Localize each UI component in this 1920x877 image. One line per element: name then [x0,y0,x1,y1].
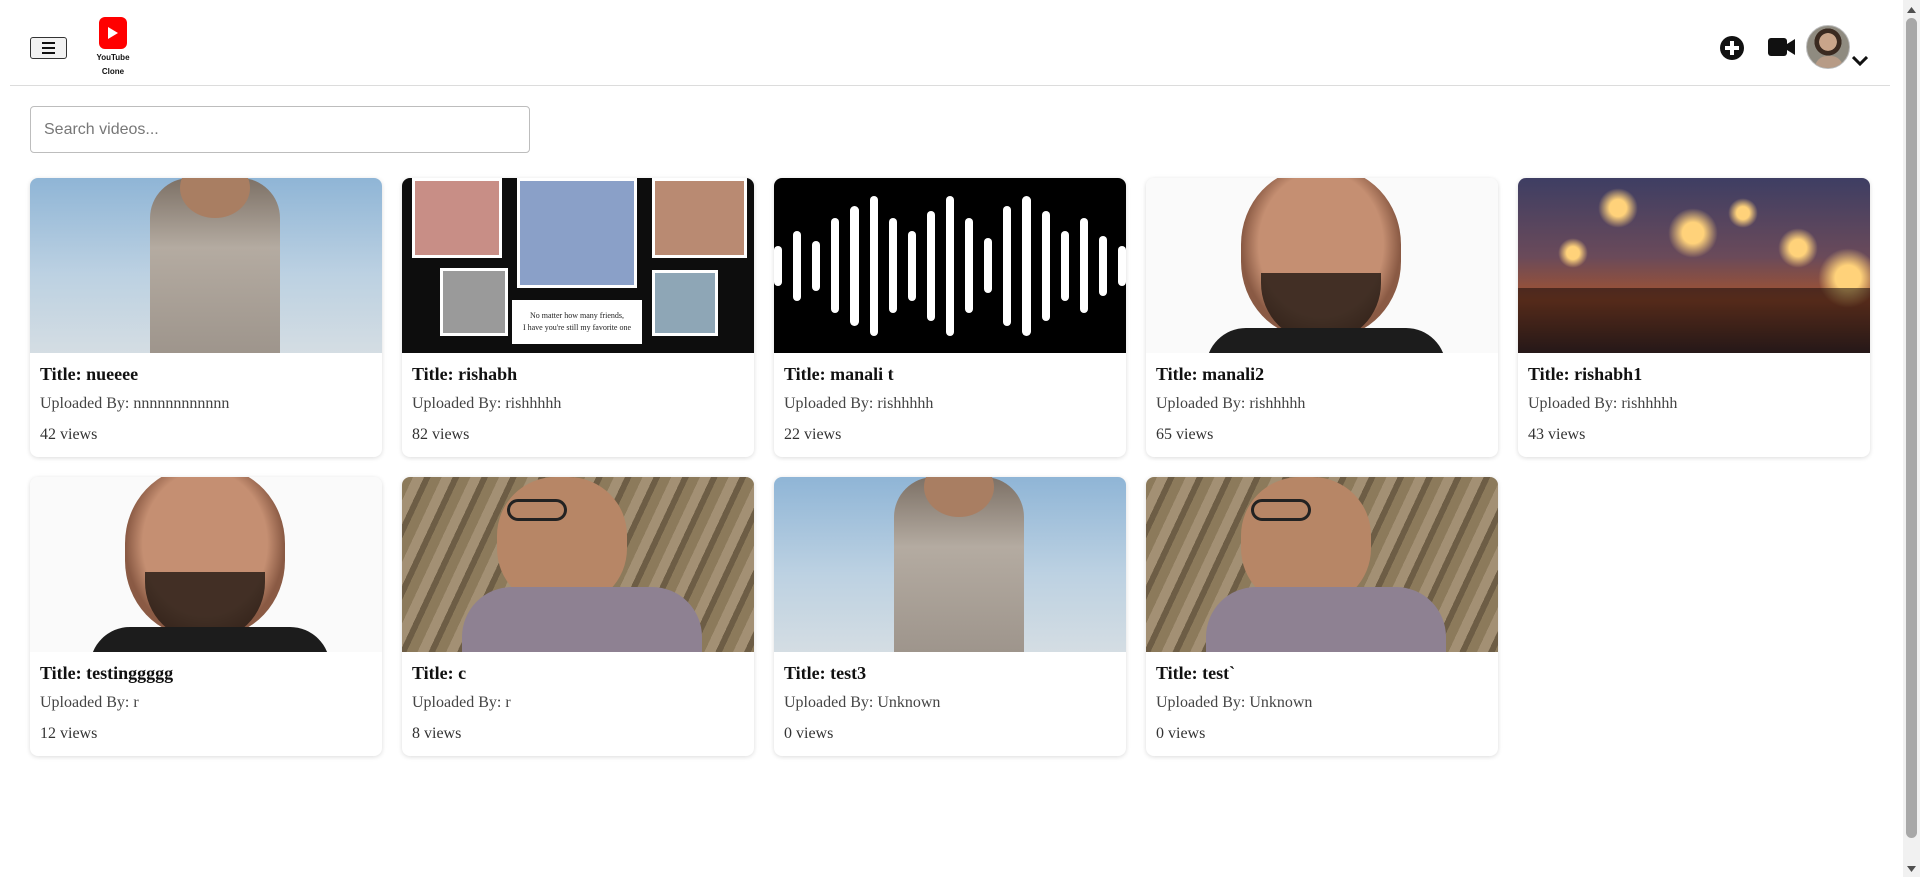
thumb-caption: No matter how many friends, [530,311,624,320]
user-avatar[interactable] [1806,25,1850,69]
video-card[interactable]: Title: c Uploaded By: r 8 views [402,477,754,756]
video-views: 82 views [412,426,470,443]
search-input[interactable] [30,106,530,153]
video-uploader: Uploaded By: r [40,694,139,711]
video-views: 42 views [40,426,98,443]
video-camera-icon[interactable] [1768,37,1796,62]
video-title[interactable]: Title: testinggggg [40,662,372,684]
scrollbar-thumb[interactable] [1906,18,1917,838]
video-views: 43 views [1528,426,1586,443]
video-views: 0 views [1156,725,1206,742]
video-views: 0 views [784,725,834,742]
menu-toggle-button[interactable] [30,37,67,59]
logo-text-line2: Clone [101,67,125,76]
video-card[interactable]: Title: test3 Uploaded By: Unknown 0 views [774,477,1126,756]
video-card[interactable]: Title: rishabh1 Uploaded By: rishhhhh 43 v… [1518,178,1870,457]
scroll-up-arrow-icon[interactable] [1906,3,1917,15]
video-card[interactable]: Title: test` Uploaded By: Unknown 0 views [1146,477,1498,756]
top-navbar: YouTube Clone [10,0,1890,86]
video-uploader: Uploaded By: rishhhhh [1528,395,1678,412]
menu-icon [42,42,55,44]
video-card[interactable]: Title: nueeee Uploaded By: nnnnnnnnnnnn 42… [30,178,382,457]
video-card[interactable]: Title: manali t Uploaded By: rishhhhh 22 v… [774,178,1126,457]
video-uploader: Uploaded By: nnnnnnnnnnnn [40,395,230,412]
video-grid: Title: nueeee Uploaded By: nnnnnnnnnnnn 42… [30,178,1872,756]
video-thumbnail[interactable] [1146,477,1498,652]
video-thumbnail[interactable] [774,477,1126,652]
video-views: 8 views [412,725,462,742]
video-thumbnail[interactable] [402,477,754,652]
video-title[interactable]: Title: nueeee [40,363,372,385]
video-title[interactable]: Title: manali2 [1156,363,1488,385]
video-uploader: Uploaded By: rishhhhh [784,395,934,412]
video-views: 22 views [784,426,842,443]
site-logo[interactable]: YouTube Clone [88,17,138,79]
video-thumbnail[interactable] [30,477,382,652]
video-card[interactable]: No matter how many friends, I have you're… [402,178,754,457]
video-card[interactable]: Title: testinggggg Uploaded By: r 12 views [30,477,382,756]
video-thumbnail[interactable] [1518,178,1870,353]
video-card[interactable]: Title: manali2 Uploaded By: rishhhhh 65 vi… [1146,178,1498,457]
video-uploader: Uploaded By: Unknown [784,694,941,711]
scroll-down-arrow-icon[interactable] [1906,862,1917,874]
play-logo-icon [99,17,127,49]
video-views: 12 views [40,725,98,742]
video-thumbnail[interactable] [1146,178,1498,353]
video-thumbnail[interactable] [774,178,1126,353]
chevron-down-icon[interactable] [1851,53,1869,71]
video-title[interactable]: Title: test` [1156,662,1488,684]
video-title[interactable]: Title: manali t [784,363,1116,385]
video-title[interactable]: Title: test3 [784,662,1116,684]
video-title[interactable]: Title: rishabh [412,363,744,385]
video-uploader: Uploaded By: r [412,694,511,711]
video-title[interactable]: Title: rishabh1 [1528,363,1860,385]
add-circle-icon[interactable] [1719,35,1745,66]
video-uploader: Uploaded By: Unknown [1156,694,1313,711]
video-title[interactable]: Title: c [412,662,744,684]
video-uploader: Uploaded By: rishhhhh [1156,395,1306,412]
video-uploader: Uploaded By: rishhhhh [412,395,562,412]
video-views: 65 views [1156,426,1214,443]
thumb-caption: I have you're still my favorite one [522,323,632,332]
video-thumbnail[interactable] [30,178,382,353]
video-thumbnail[interactable]: No matter how many friends, I have you're… [402,178,754,353]
logo-text-line1: YouTube [96,53,130,62]
